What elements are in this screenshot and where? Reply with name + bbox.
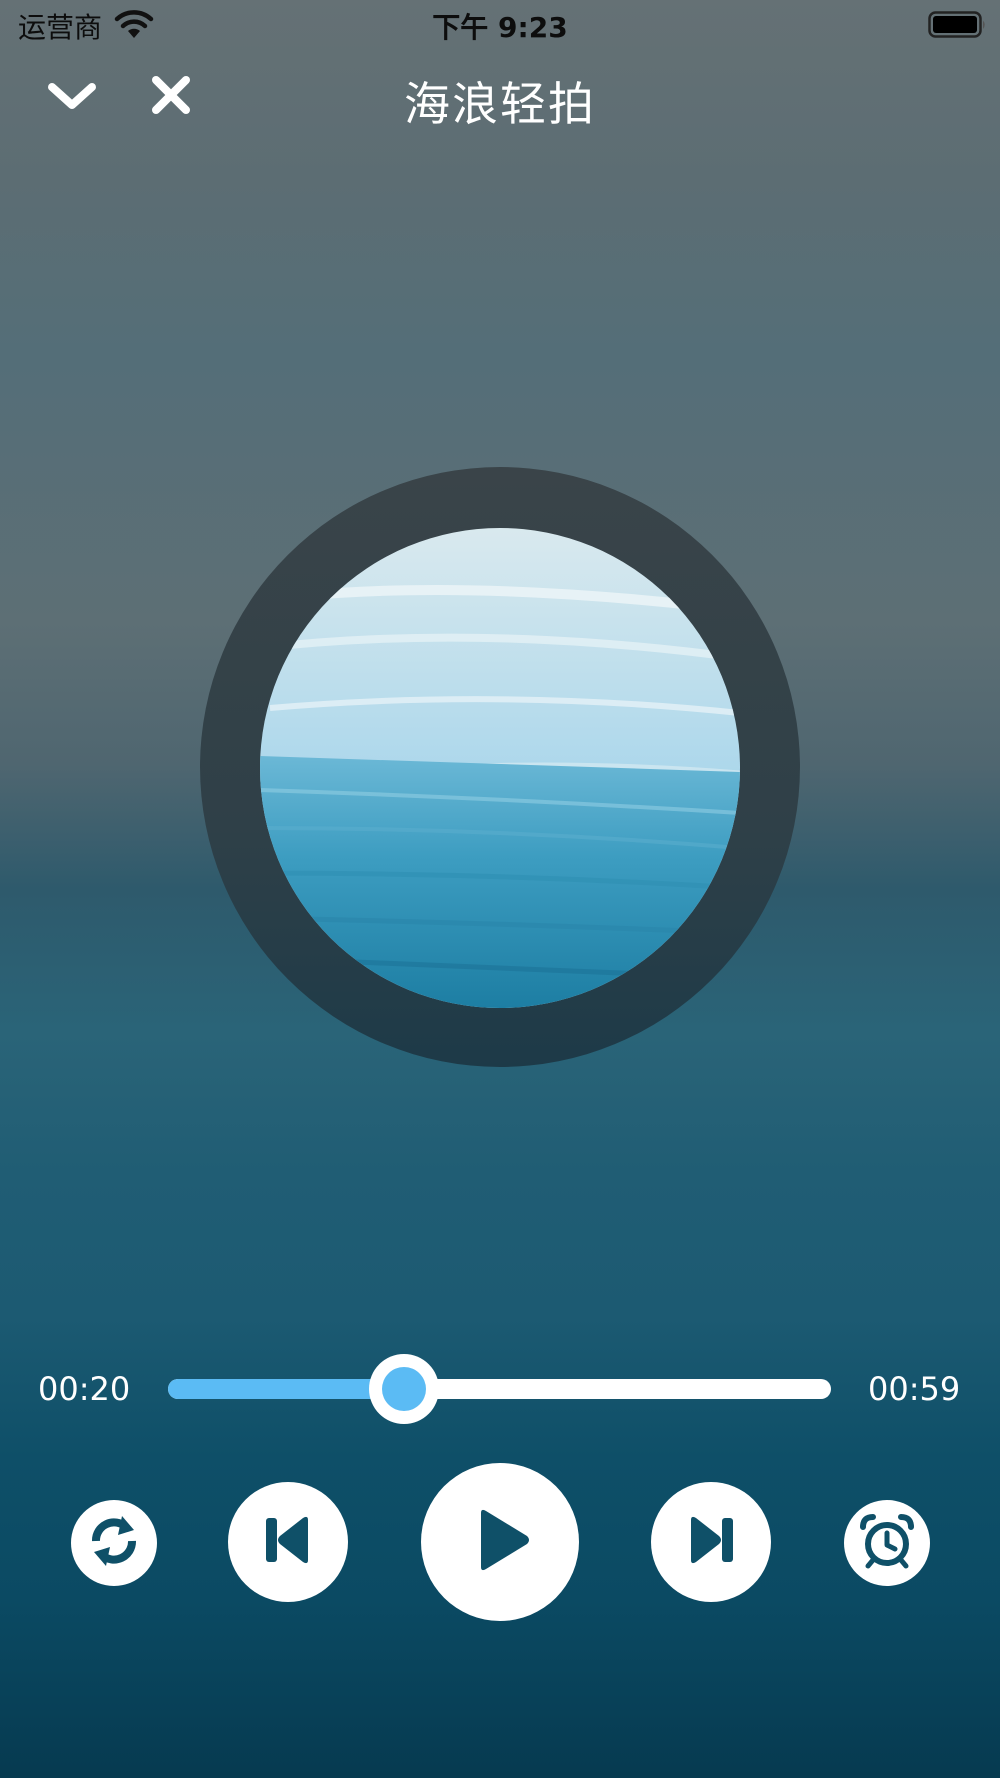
nav-bar: 海浪轻拍 (0, 55, 1000, 135)
status-bar: 运营商 下午 9:23 (0, 0, 1000, 50)
timer-button[interactable] (844, 1500, 930, 1586)
previous-button[interactable] (228, 1482, 348, 1602)
battery-full-icon (928, 11, 988, 43)
current-time: 00:20 (38, 1370, 131, 1408)
next-button[interactable] (651, 1482, 771, 1602)
skip-next-icon (681, 1510, 741, 1574)
skip-previous-icon (258, 1510, 318, 1574)
play-icon (465, 1505, 535, 1579)
alarm-clock-icon (857, 1511, 917, 1575)
total-time: 00:59 (868, 1370, 961, 1408)
status-time: 下午 9:23 (432, 11, 568, 44)
cover-art-image (260, 528, 740, 1008)
track-title: 海浪轻拍 (404, 77, 596, 131)
player-screen: 运营商 下午 9:23 海浪轻拍 00:20 00:59 (0, 0, 1000, 1778)
progress-thumb[interactable] (369, 1354, 440, 1424)
loop-button[interactable] (71, 1500, 157, 1586)
loop-icon (86, 1513, 142, 1573)
play-button[interactable] (421, 1463, 579, 1621)
